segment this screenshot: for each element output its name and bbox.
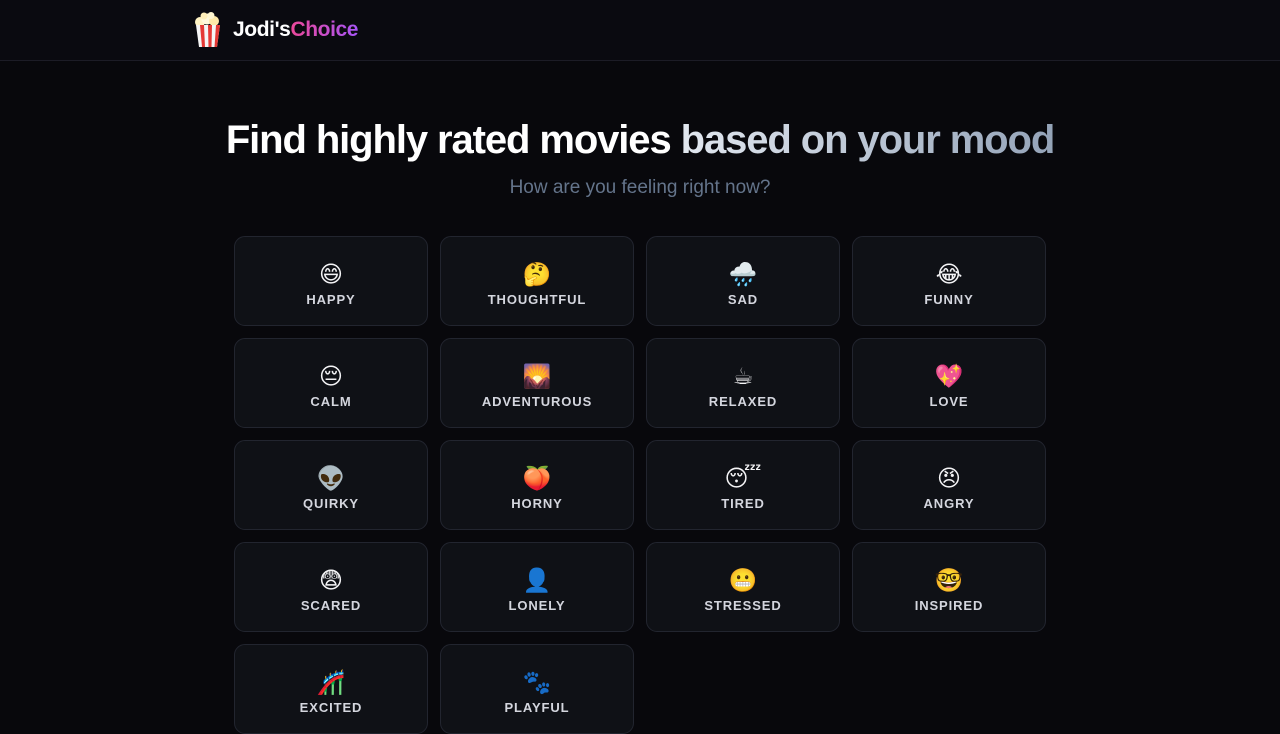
mood-label: INSPIRED bbox=[914, 598, 984, 613]
sleeping-face-icon: 😴 bbox=[724, 466, 762, 492]
grinning-face-icon: 😄 bbox=[319, 262, 343, 288]
tears-of-joy-icon: 😂 bbox=[935, 262, 963, 288]
fearful-face-icon: 😨 bbox=[319, 568, 343, 594]
mood-card-excited[interactable]: 🎢 EXCITED bbox=[234, 644, 428, 734]
mood-card-tired[interactable]: 😴 TIRED bbox=[646, 440, 840, 530]
mood-label: PLAYFUL bbox=[504, 700, 570, 715]
pensive-face-icon: 😔 bbox=[319, 364, 343, 390]
mood-card-funny[interactable]: 😂 FUNNY bbox=[852, 236, 1046, 326]
popcorn-icon bbox=[195, 12, 220, 47]
mood-card-playful[interactable]: 🐾 PLAYFUL bbox=[440, 644, 634, 734]
mood-card-calm[interactable]: 😔 CALM bbox=[234, 338, 428, 428]
paw-prints-icon: 🐾 bbox=[522, 670, 552, 696]
mood-label: LONELY bbox=[508, 598, 566, 613]
mood-label: FUNNY bbox=[924, 292, 974, 307]
mood-card-scared[interactable]: 😨 SCARED bbox=[234, 542, 428, 632]
mood-card-inspired[interactable]: 🤓 INSPIRED bbox=[852, 542, 1046, 632]
mood-label: QUIRKY bbox=[303, 496, 359, 511]
mood-label: EXCITED bbox=[299, 700, 363, 715]
mood-label: CALM bbox=[310, 394, 352, 409]
mood-label: STRESSED bbox=[704, 598, 782, 613]
hero-section: Find highly rated movies based on your m… bbox=[0, 112, 1280, 200]
mood-label: ADVENTUROUS bbox=[481, 394, 593, 409]
brand-home-link[interactable]: Jodi'sChoice bbox=[192, 12, 358, 48]
grimacing-face-icon: 😬 bbox=[728, 568, 758, 594]
roller-coaster-icon: 🎢 bbox=[316, 670, 346, 696]
mood-card-adventurous[interactable]: 🌄 ADVENTUROUS bbox=[440, 338, 634, 428]
silhouette-icon: 👤 bbox=[522, 568, 552, 594]
mood-card-thoughtful[interactable]: 🤔 THOUGHTFUL bbox=[440, 236, 634, 326]
thinking-face-icon: 🤔 bbox=[522, 262, 552, 288]
mood-label: RELAXED bbox=[708, 394, 778, 409]
mood-card-angry[interactable]: 😠 ANGRY bbox=[852, 440, 1046, 530]
headline-part1: Find highly rated movies bbox=[225, 118, 672, 162]
mood-card-love[interactable]: 💖 LOVE bbox=[852, 338, 1046, 428]
sparkling-heart-icon: 💖 bbox=[934, 364, 964, 390]
brand-name: Jodi'sChoice bbox=[233, 18, 358, 42]
alien-icon: 👽 bbox=[316, 466, 346, 492]
mood-label: HORNY bbox=[511, 496, 563, 511]
mood-label: SCARED bbox=[300, 598, 362, 613]
mood-card-sad[interactable]: 🌧️ SAD bbox=[646, 236, 840, 326]
mood-label: TIRED bbox=[721, 496, 765, 511]
rain-cloud-icon: 🌧️ bbox=[728, 262, 758, 288]
mood-label: ANGRY bbox=[923, 496, 975, 511]
brand-name-part2: Choice bbox=[290, 18, 359, 41]
mood-card-quirky[interactable]: 👽 QUIRKY bbox=[234, 440, 428, 530]
mood-label: LOVE bbox=[929, 394, 969, 409]
page-headline: Find highly rated movies based on your m… bbox=[0, 112, 1280, 168]
peach-icon: 🍑 bbox=[522, 466, 552, 492]
mood-card-lonely[interactable]: 👤 LONELY bbox=[440, 542, 634, 632]
headline-part2: based on your mood bbox=[680, 118, 1056, 162]
angry-face-icon: 😠 bbox=[937, 466, 961, 492]
mood-label: SAD bbox=[727, 292, 759, 307]
mood-card-stressed[interactable]: 😬 STRESSED bbox=[646, 542, 840, 632]
sunrise-mountains-icon: 🌄 bbox=[522, 364, 552, 390]
mood-label: HAPPY bbox=[306, 292, 356, 307]
mood-grid: 😄 HAPPY 🤔 THOUGHTFUL 🌧️ SAD 😂 FUNNY 😔 CALM 🌄 ADVENT… bbox=[234, 236, 1046, 734]
mood-prompt: How are you feeling right now? bbox=[509, 177, 771, 198]
mood-card-horny[interactable]: 🍑 HORNY bbox=[440, 440, 634, 530]
nerd-face-icon: 🤓 bbox=[934, 568, 964, 594]
brand-name-part1: Jodi's bbox=[233, 18, 291, 41]
mood-label: THOUGHTFUL bbox=[487, 292, 587, 307]
mood-card-happy[interactable]: 😄 HAPPY bbox=[234, 236, 428, 326]
top-navbar: Jodi'sChoice bbox=[0, 0, 1280, 61]
coffee-icon: ☕ bbox=[732, 364, 754, 390]
mood-card-relaxed[interactable]: ☕ RELAXED bbox=[646, 338, 840, 428]
